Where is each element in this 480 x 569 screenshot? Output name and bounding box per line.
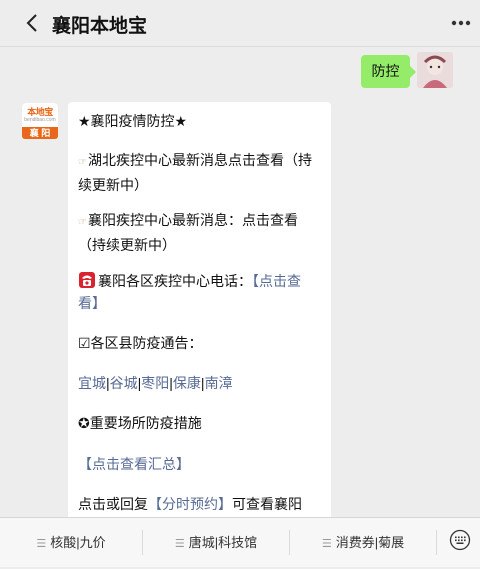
menu-list-icon: ☰ <box>36 538 47 550</box>
district-link-gucheng[interactable]: 谷城 <box>110 375 138 391</box>
xiangyang-cdc-text: 襄阳疾控中心最新消息：点击查看（持续更新中） <box>78 212 298 253</box>
keyboard-toggle-icon[interactable] <box>449 529 471 551</box>
menu-item-label: 唐城|科技馆 <box>188 535 258 550</box>
more-options-icon[interactable] <box>450 16 472 30</box>
message-paragraph: 点击或回复【分时预约】可查看襄阳 <box>78 493 321 515</box>
pointing-hand-icon: ☞ <box>78 217 87 228</box>
menu-list-icon: ☰ <box>174 538 185 550</box>
message-paragraph[interactable]: ☞湖北疾控中心最新消息点击查看（持续更新中） <box>78 149 321 196</box>
menu-item-coupons-chrysanthemum[interactable]: ☰ 消费券|菊展 <box>290 518 436 567</box>
message-heading: ★襄阳疫情防控★ <box>78 113 188 129</box>
menu-divider <box>436 530 437 555</box>
district-notice-heading: ☑各区县防疫通告： <box>78 335 203 351</box>
telephone-icon <box>79 272 95 288</box>
menu-item-label: 消费券|菊展 <box>335 535 405 550</box>
user-avatar-image <box>417 52 453 88</box>
menu-list-icon: ☰ <box>321 538 332 550</box>
message-paragraph: 【点击查看汇总】 <box>78 453 321 475</box>
district-link-zaoyang[interactable]: 枣阳 <box>141 375 169 391</box>
menu-item-nucleic-hpv[interactable]: ☰ 核酸|九价 <box>0 518 142 567</box>
district-link-nanzhang[interactable]: 南漳 <box>205 375 233 391</box>
district-link-baokang[interactable]: 保康 <box>173 375 201 391</box>
reply-prefix-text: 点击或回复 <box>78 496 148 512</box>
page-title: 襄阳本地宝 <box>52 16 148 37</box>
reply-suffix-text: 可查看襄阳 <box>232 496 302 512</box>
view-summary-link[interactable]: 【点击查看汇总】 <box>78 456 190 472</box>
back-arrow-icon[interactable] <box>22 12 44 34</box>
bot-avatar-city: 襄 阳 <box>29 128 51 138</box>
outgoing-message-bubble: 防控 <box>361 55 416 88</box>
bottom-menu-bar: ☰ 核酸|九价 ☰ 唐城|科技馆 ☰ 消费券|菊展 <box>0 517 480 567</box>
district-link-yicheng[interactable]: 宜城 <box>78 375 106 391</box>
bot-avatar[interactable]: 本地宝 bendibao.com 襄 阳 <box>22 103 58 139</box>
user-avatar[interactable] <box>417 52 453 88</box>
message-paragraph[interactable]: ☞襄阳疾控中心最新消息：点击查看（持续更新中） <box>78 209 321 256</box>
brand-logo-sub: bendibao.com <box>24 117 56 123</box>
incoming-message-bubble: ★襄阳疫情防控★ ☞湖北疾控中心最新消息点击查看（持续更新中） ☞襄阳疾控中心最… <box>68 102 331 522</box>
key-places-heading: ✪重要场所防疫措施 <box>78 415 202 431</box>
message-paragraph: 襄阳各区疾控中心电话：【点击查看】 <box>78 270 321 314</box>
menu-item-label: 核酸|九价 <box>50 535 106 550</box>
timeslot-booking-link[interactable]: 【分时预约】 <box>148 496 232 512</box>
district-links: 宜城|谷城|枣阳|保康|南漳 <box>78 375 233 391</box>
top-bar: 襄阳本地宝 <box>0 0 480 47</box>
menu-item-tangcheng-museum[interactable]: ☰ 唐城|科技馆 <box>143 518 289 567</box>
pointing-hand-icon: ☞ <box>78 157 87 168</box>
hubei-cdc-text: 湖北疾控中心最新消息点击查看（持续更新中） <box>78 152 312 193</box>
district-cdc-phone-text: 襄阳各区疾控中心电话： <box>98 273 252 289</box>
